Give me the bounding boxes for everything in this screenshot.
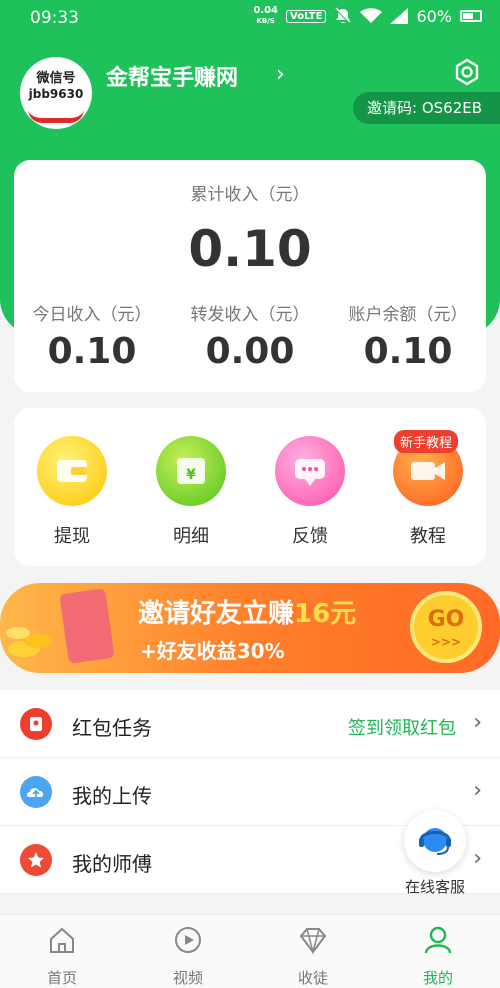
tutorial-label: 教程 (410, 526, 446, 547)
feedback-button[interactable]: 反馈 (260, 436, 360, 548)
settings-icon[interactable] (453, 58, 481, 86)
tab-apprentice-label: 收徒 (297, 969, 328, 987)
volte-icon: VoLTE (286, 9, 327, 23)
signal-icon (390, 8, 409, 24)
calendar-icon: ¥ (156, 436, 226, 506)
home-icon (50, 927, 74, 953)
status-bar: 09:33 0.04 KB/S VoLTE 60% (0, 0, 500, 36)
status-right: 0.04 KB/S VoLTE 60% (253, 6, 482, 26)
uploads-label: 我的上传 (72, 784, 152, 808)
battery-icon (460, 10, 482, 22)
income-card: 累计收入（元） 0.10 今日收入（元） 0.10 转发收入（元） 0.00 账… (14, 160, 486, 392)
red-packet-icon (20, 708, 52, 740)
avatar-text-2: jbb9630 (28, 87, 84, 101)
red-packet-label: 红包任务 (72, 716, 152, 740)
chevron-right-icon: › (473, 778, 482, 803)
feedback-label: 反馈 (292, 526, 328, 547)
details-button[interactable]: ¥ 明细 (141, 436, 241, 548)
forward-income-value: 0.00 (205, 331, 295, 372)
invite-code-badge[interactable]: 邀请码: OS62EB (353, 92, 500, 124)
list-item-red-packet[interactable]: 红包任务 签到领取红包 › (0, 690, 500, 758)
avatar-text-1: 微信号 (36, 71, 76, 86)
profile-chevron-icon[interactable]: › (276, 62, 285, 87)
battery-text: 60% (416, 6, 452, 26)
tab-video-label: 视频 (172, 969, 203, 987)
chevron-right-icon: › (473, 846, 482, 871)
customer-service-button[interactable]: 在线客服 (400, 810, 470, 897)
forward-income: 转发收入（元） 0.00 (172, 300, 328, 372)
go-button[interactable]: GO >>> (410, 591, 482, 663)
status-time: 09:33 (30, 8, 79, 28)
new-user-tutorial-badge: 新手教程 (394, 430, 459, 453)
chat-bubble-icon (275, 436, 345, 506)
customer-service-label: 在线客服 (404, 878, 465, 896)
tab-home[interactable]: 首页 (22, 925, 102, 988)
user-icon (424, 926, 452, 954)
tab-apprentice[interactable]: 收徒 (273, 925, 353, 988)
mute-icon (335, 7, 352, 24)
tab-video[interactable]: 视频 (148, 925, 228, 988)
svg-text:¥: ¥ (186, 467, 196, 483)
account-balance: 账户余额（元） 0.10 (330, 300, 486, 372)
profile-name[interactable]: 金帮宝手赚网 (106, 60, 238, 92)
wifi-icon (360, 8, 383, 23)
diamond-icon (299, 928, 327, 955)
banner-subtitle: +好友收益30% (140, 639, 285, 663)
chevron-right-icon: › (473, 710, 482, 735)
net-speed: 0.04 KB/S (253, 5, 278, 26)
play-icon (175, 927, 201, 953)
star-icon (20, 844, 52, 876)
account-balance-value: 0.10 (363, 331, 453, 372)
master-label: 我的师傅 (72, 852, 152, 876)
total-income-value: 0.10 (188, 220, 312, 278)
today-income-label: 今日收入（元） (32, 305, 152, 325)
tab-mine[interactable]: 我的 (398, 925, 478, 988)
hands-logo-icon (28, 109, 84, 123)
today-income: 今日收入（元） 0.10 (14, 300, 170, 372)
bottom-tab-bar: 首页 视频 收徒 我的 (0, 914, 500, 988)
cloud-upload-icon (20, 776, 52, 808)
withdraw-button[interactable]: 提现 (22, 436, 122, 548)
sign-in-red-packet-link[interactable]: 签到领取红包 (348, 714, 456, 740)
banner-title: 邀请好友立赚16元 (138, 599, 357, 629)
withdraw-label: 提现 (54, 526, 90, 547)
today-income-value: 0.10 (47, 331, 137, 372)
phone-illustration (59, 588, 115, 664)
tab-mine-label: 我的 (422, 969, 453, 987)
details-label: 明细 (173, 526, 209, 547)
headset-icon (404, 810, 466, 872)
invite-banner[interactable]: 邀请好友立赚16元 +好友收益30% GO >>> (0, 583, 500, 673)
tab-home-label: 首页 (46, 969, 77, 987)
total-income-label: 累计收入（元） (190, 185, 310, 205)
account-balance-label: 账户余额（元） (348, 305, 468, 325)
avatar[interactable]: 微信号 jbb9630 (20, 57, 92, 129)
forward-income-label: 转发收入（元） (190, 305, 310, 325)
wallet-icon (37, 436, 107, 506)
